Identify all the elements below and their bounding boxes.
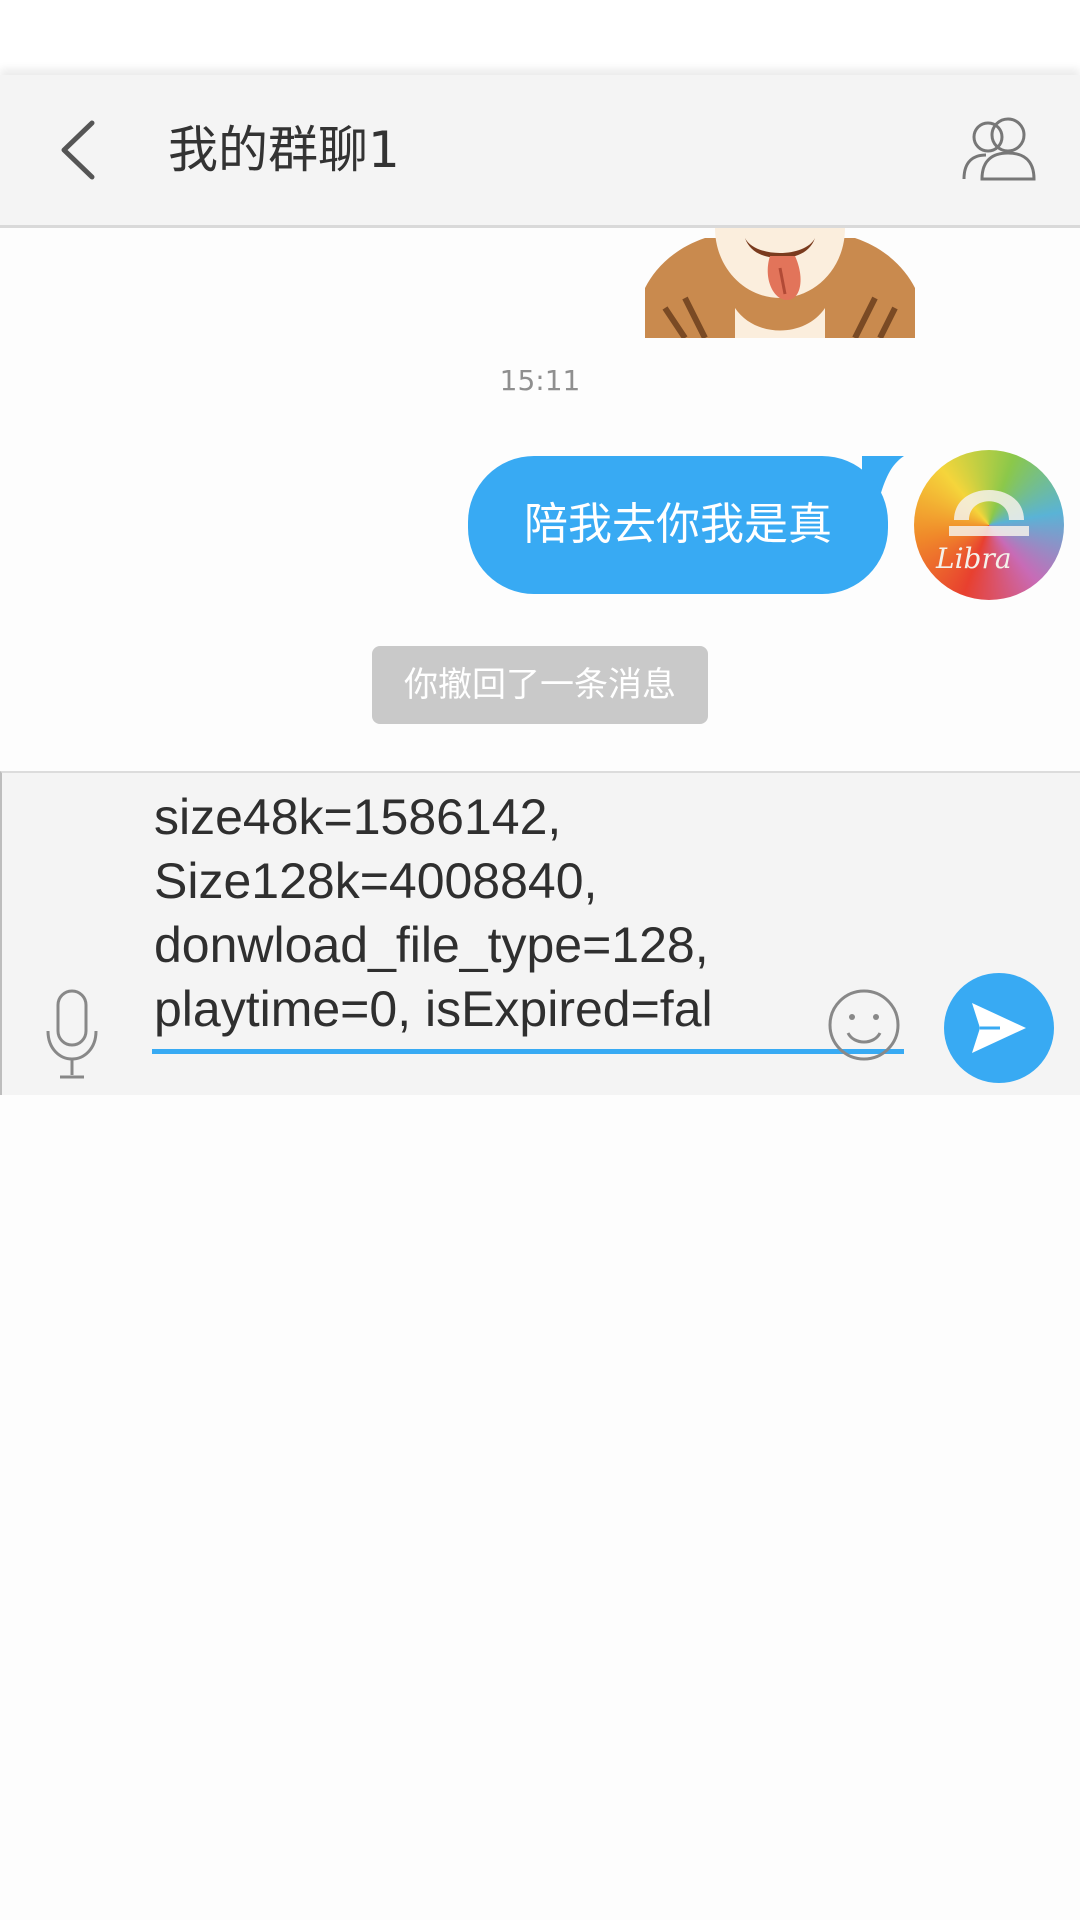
- cat-sticker[interactable]: [645, 228, 915, 340]
- chat-header: 我的群聊1: [0, 75, 1080, 228]
- group-members-button[interactable]: [960, 113, 1040, 185]
- voice-button[interactable]: [40, 987, 104, 1083]
- message-input-text: size48k=1586142, Size128k=4008840, donwl…: [154, 793, 713, 1037]
- input-bar: size48k=1586142, Size128k=4008840, donwl…: [0, 771, 1080, 1095]
- message-bubble[interactable]: 陪我去你我是真: [468, 456, 888, 594]
- message-timestamp: 15:11: [499, 364, 581, 397]
- page-title: 我的群聊1: [168, 121, 400, 179]
- send-button[interactable]: [944, 973, 1054, 1083]
- message-input[interactable]: size48k=1586142, Size128k=4008840, donwl…: [152, 793, 904, 1054]
- recall-notice: 你撤回了一条消息: [372, 646, 708, 724]
- chevron-left-icon: [61, 120, 95, 180]
- back-button[interactable]: [48, 115, 118, 185]
- avatar[interactable]: Libra: [914, 450, 1064, 600]
- smiley-icon: [828, 989, 900, 1061]
- emoji-button[interactable]: [826, 987, 902, 1063]
- chat-area[interactable]: 15:11 陪我去你我是真 Libra 你撤回了一条消息: [0, 228, 1080, 768]
- send-icon: [972, 1003, 1026, 1053]
- avatar-label: Libra: [935, 542, 1012, 575]
- keyboard-placeholder: [0, 1095, 1080, 1920]
- microphone-icon: [46, 989, 98, 1079]
- group-members-icon: [962, 117, 1036, 181]
- status-bar: [0, 0, 1080, 75]
